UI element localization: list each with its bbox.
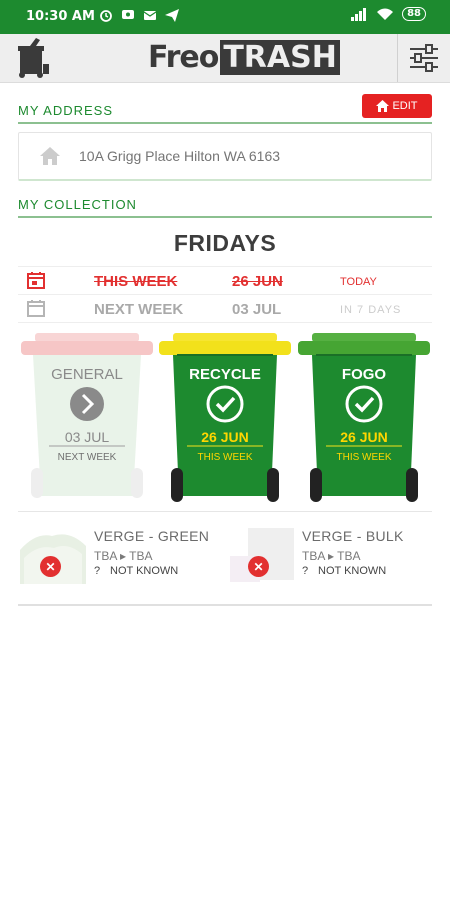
verge-green-status: ? NOT KNOWN [94,565,178,577]
verge-bulk-status-text: NOT KNOWN [318,565,387,577]
home-icon [40,147,60,165]
edit-label: EDIT [392,100,418,112]
bin-recycle[interactable]: RECYCLE 26 JUN THIS WEEK [157,332,293,504]
settings-menu-button[interactable] [397,34,450,82]
sliders-icon [410,44,438,72]
question-icon: ? [94,565,101,577]
bin-general-date: 03 JUL [64,429,110,445]
my-collection-title: MY COLLECTION [18,197,137,212]
verge-green-title: VERGE - GREEN [94,528,210,544]
verge-green-status-text: NOT KNOWN [110,565,179,577]
this-week-relative: TODAY [340,276,377,288]
bin-fogo-when: THIS WEEK [336,452,392,463]
schedule-row-this-week: THIS WEEK 26 JUN TODAY [18,266,432,295]
divider [18,322,432,323]
address-field[interactable]: 10A Grigg Place Hilton WA 6163 [18,132,432,181]
schedule-row-next-week: NEXT WEEK 03 JUL IN 7 DAYS [18,294,432,323]
my-collection-header: MY COLLECTION [18,194,432,218]
home-icon [376,100,390,112]
bin-recycle-name: RECYCLE [189,366,261,383]
bin-general-when: NEXT WEEK [57,452,117,463]
verge-green-dates: TBA ▸ TBA [94,549,153,563]
edit-address-button[interactable]: EDIT [362,94,432,118]
notification-icons [98,7,180,23]
battery-level: 88 [407,8,421,19]
verge-green-card[interactable]: ✕ VERGE - GREEN TBA ▸ TBA ? NOT KNOWN [18,512,218,604]
fogo-bin-icon [298,333,430,502]
signal-icon [351,8,367,21]
next-week-date: 03 JUL [232,301,282,318]
bin-recycle-when: THIS WEEK [197,452,253,463]
logo-text-trash: TRASH [220,40,340,75]
status-bar: 10:30 AM 88 [0,0,450,34]
calendar-icon [27,300,45,317]
status-time: 10:30 AM [26,9,95,24]
logo-text-freo: Freo [148,40,219,75]
general-bin-icon [21,333,153,498]
battery-icon: 88 [402,7,426,21]
app-logo: Freo TRASH [148,40,340,75]
bin-logo-icon[interactable] [10,36,54,80]
bin-general-name: GENERAL [51,366,123,383]
next-week-relative: IN 7 DAYS [340,304,402,316]
verge-bulk-dates: TBA ▸ TBA [302,549,361,563]
alarm-icon [100,10,112,22]
next-week-label: NEXT WEEK [94,301,184,318]
my-address-header: MY ADDRESS EDIT [18,94,432,124]
bin-general[interactable]: GENERAL 03 JUL NEXT WEEK [19,332,155,504]
question-icon: ? [302,565,309,577]
send-icon [165,9,179,22]
collection-day: FRIDAYS [173,230,277,256]
verge-green-unavailable-icon: ✕ [40,556,61,577]
recycle-bin-icon [159,333,291,502]
verge-bulk-status: ? NOT KNOWN [302,565,386,577]
mail-icon [143,11,157,20]
verge-bulk-card[interactable]: ✕ VERGE - BULK TBA ▸ TBA ? NOT KNOWN [226,512,426,604]
system-icons: 88 [350,7,426,21]
bin-fogo-name: FOGO [341,366,387,383]
address-text: 10A Grigg Place Hilton WA 6163 [79,148,281,164]
verge-bulk-unavailable-icon: ✕ [248,556,269,577]
verge-collections: ✕ VERGE - GREEN TBA ▸ TBA ? NOT KNOWN ✕ V… [18,511,432,606]
calendar-today-icon [27,272,45,289]
bin-fogo-date: 26 JUN [340,429,388,445]
this-week-date: 26 JUN [232,273,283,290]
app-bar: Freo TRASH [0,34,450,83]
bin-fogo[interactable]: FOGO 26 JUN THIS WEEK [296,332,432,504]
wifi-icon [377,8,394,20]
message-icon [122,10,134,19]
this-week-label: THIS WEEK [94,273,178,290]
bin-recycle-date: 26 JUN [201,429,249,445]
verge-bulk-title: VERGE - BULK [302,528,404,544]
my-address-title: MY ADDRESS [18,103,114,118]
